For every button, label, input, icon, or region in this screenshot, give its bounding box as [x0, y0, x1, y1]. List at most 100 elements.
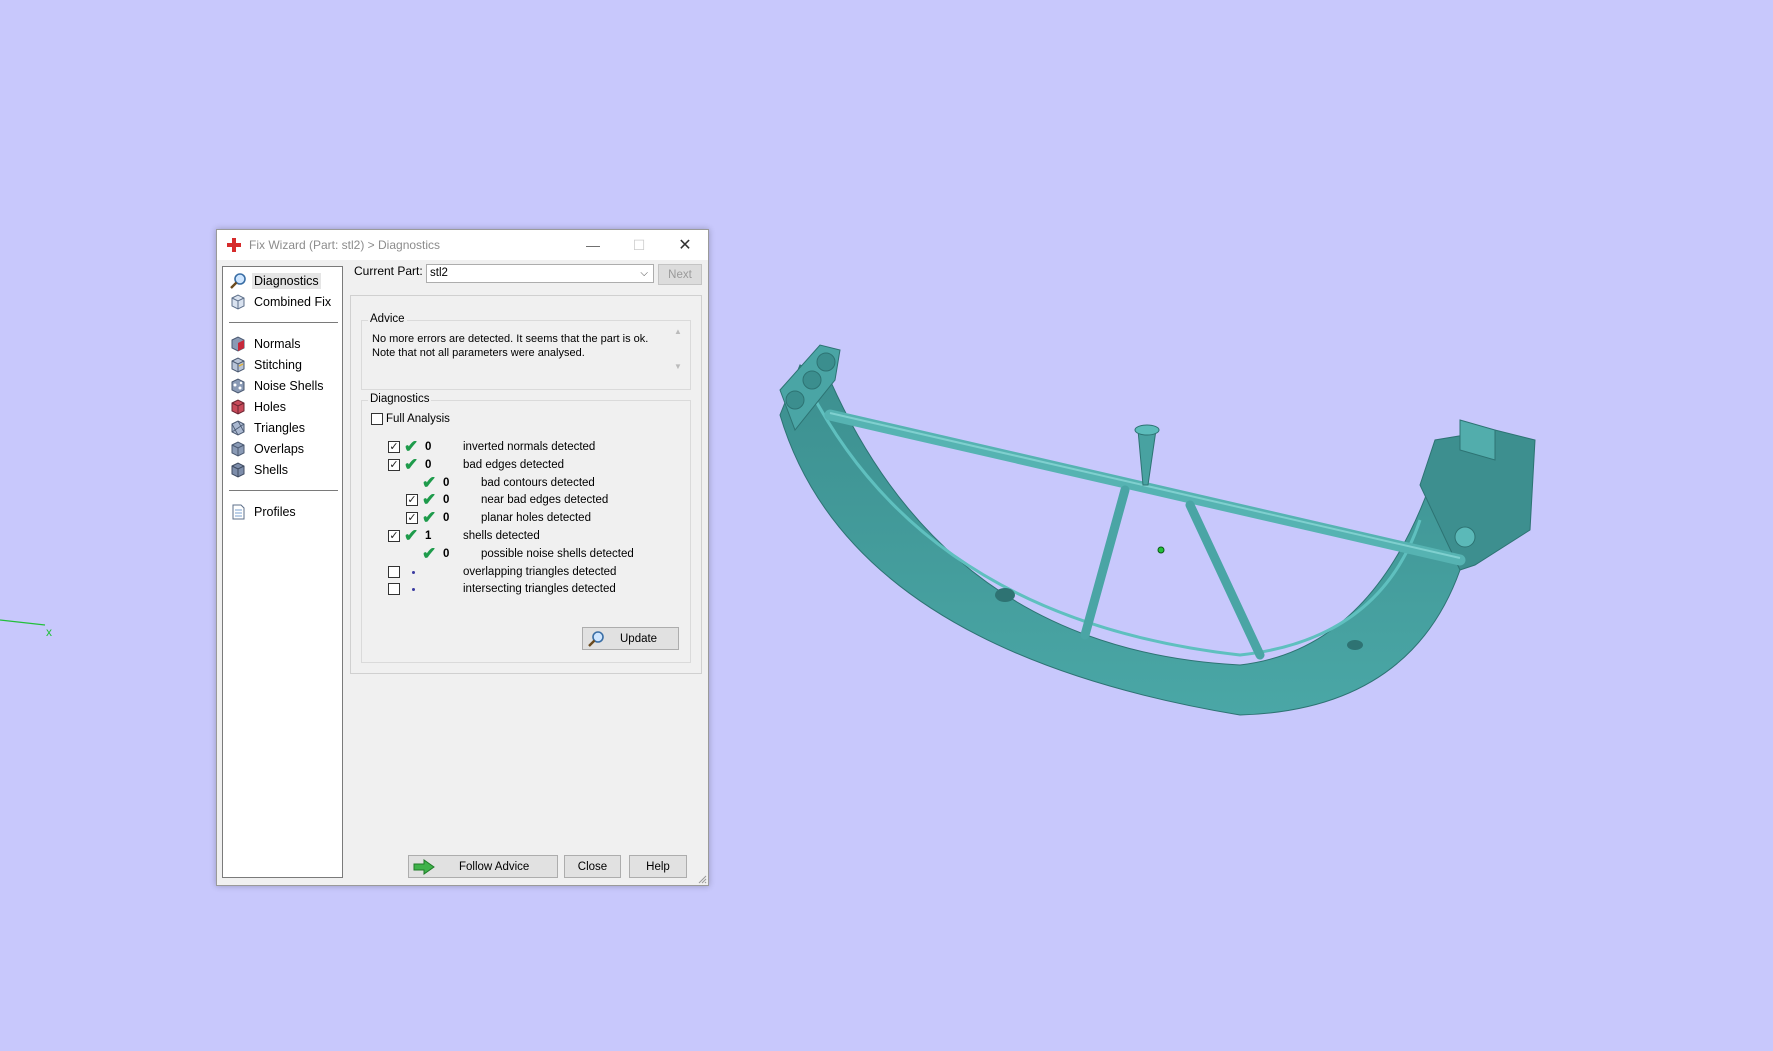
- advice-text: No more errors are detected. It seems th…: [372, 332, 660, 360]
- full-analysis-checkbox[interactable]: Full Analysis: [371, 413, 450, 425]
- current-part-label: Current Part:: [354, 264, 423, 278]
- sidebar-item-combined-fix[interactable]: Combined Fix: [223, 291, 342, 312]
- magnifier-icon: [588, 630, 604, 647]
- red-cross-icon: [227, 238, 241, 252]
- checkbox-box[interactable]: [371, 413, 383, 425]
- sidebar-divider: [229, 322, 338, 323]
- row-label: intersecting triangles detected: [463, 583, 616, 596]
- chevron-down-icon: ⌵: [640, 268, 648, 279]
- document-icon: [232, 504, 245, 519]
- sidebar-item-label: Diagnostics: [252, 272, 321, 289]
- row-label: shells detected: [463, 530, 540, 542]
- close-window-button[interactable]: ✕: [662, 230, 708, 260]
- fix-wizard-dialog: Fix Wizard (Part: stl2) > Diagnostics — …: [216, 229, 709, 886]
- green-check-icon: ✔: [422, 472, 437, 492]
- diagnostic-row: ✔ 0 possible noise shells detected: [362, 543, 682, 563]
- row-checkbox[interactable]: [388, 583, 400, 596]
- shells-cube-icon: [231, 461, 245, 478]
- advice-scrollbar[interactable]: ▲ ▼: [672, 327, 684, 379]
- x-axis-indicator: x: [0, 619, 52, 639]
- row-count: 1: [425, 530, 432, 542]
- sidebar-item-triangles[interactable]: Triangles: [223, 417, 342, 438]
- current-part-value: stl2: [430, 267, 448, 279]
- help-button[interactable]: Help: [629, 855, 687, 878]
- sidebar-item-stitching[interactable]: Stitching: [223, 354, 342, 375]
- advice-title: Advice: [368, 313, 407, 325]
- row-count: 0: [443, 547, 450, 560]
- follow-advice-button[interactable]: Follow Advice: [408, 855, 558, 878]
- noise-shells-icon: [231, 377, 245, 394]
- stitching-cube-icon: [231, 356, 245, 373]
- sidebar-divider: [229, 490, 338, 491]
- sidebar-item-label: Holes: [254, 399, 286, 414]
- green-check-icon: ✔: [422, 490, 437, 510]
- update-label: Update: [620, 632, 658, 645]
- magnifier-icon: [230, 272, 246, 289]
- status-dot-icon: [412, 588, 415, 592]
- row-checkbox[interactable]: [388, 565, 400, 578]
- green-check-icon: ✔: [404, 526, 419, 545]
- diagnostics-panel: Advice No more errors are detected. It s…: [350, 295, 702, 674]
- advice-group: Advice No more errors are detected. It s…: [361, 313, 691, 390]
- diagnostic-row: ✓ ✔ 0 bad edges detected: [362, 455, 682, 474]
- sidebar-item-overlaps[interactable]: Overlaps: [223, 438, 342, 459]
- sidebar-item-diagnostics[interactable]: Diagnostics: [223, 270, 342, 291]
- scroll-up-icon[interactable]: ▲: [672, 327, 684, 336]
- diagnostic-row: ✓ ✔ 0 planar holes detected: [362, 509, 682, 527]
- row-checkbox[interactable]: ✓: [388, 441, 400, 453]
- row-label: inverted normals detected: [463, 441, 596, 453]
- row-count: 0: [443, 512, 450, 525]
- diagnostic-row: intersecting triangles detected: [362, 580, 682, 598]
- row-checkbox[interactable]: ✓: [406, 494, 418, 507]
- sidebar-item-label: Stitching: [254, 357, 302, 372]
- row-checkbox[interactable]: ✓: [388, 458, 400, 471]
- row-label: planar holes detected: [481, 512, 591, 525]
- sidebar-item-label: Overlaps: [254, 441, 305, 456]
- sidebar-item-label: Profiles: [254, 504, 296, 519]
- diagnostics-title: Diagnostics: [368, 393, 432, 405]
- sidebar-item-label: Triangles: [254, 420, 305, 435]
- green-check-icon: ✔: [422, 508, 437, 528]
- row-count: 0: [425, 458, 432, 471]
- resize-grip-icon[interactable]: [697, 874, 707, 884]
- close-button[interactable]: Close: [564, 855, 621, 878]
- normals-cube-icon: [231, 335, 245, 352]
- update-button[interactable]: Update: [582, 627, 679, 650]
- sidebar-item-label: Noise Shells: [254, 378, 324, 393]
- green-check-icon: ✔: [422, 543, 437, 563]
- next-button[interactable]: Next: [658, 264, 702, 285]
- holes-cube-icon: [231, 398, 245, 415]
- status-dot-icon: [412, 570, 415, 574]
- sidebar-item-shells[interactable]: Shells: [223, 459, 342, 480]
- follow-advice-label: Follow Advice: [459, 860, 530, 873]
- diagnostic-row: ✓ ✔ 0 inverted normals detected: [362, 438, 682, 456]
- row-label: overlapping triangles detected: [463, 565, 617, 578]
- sidebar-item-normals[interactable]: Normals: [223, 333, 342, 354]
- row-count: 0: [443, 476, 450, 489]
- row-count: 0: [425, 441, 432, 453]
- triangles-cube-icon: [231, 419, 245, 436]
- row-label: bad edges detected: [463, 458, 565, 471]
- row-checkbox[interactable]: ✓: [406, 512, 418, 525]
- green-arrow-icon: [413, 858, 435, 875]
- row-count: 0: [443, 494, 450, 507]
- scroll-down-icon[interactable]: ▼: [672, 362, 684, 371]
- diagnostics-group: Diagnostics Full Analysis ✓ ✔ 0 inverted no…: [361, 393, 691, 663]
- full-analysis-label: Full Analysis: [386, 413, 450, 425]
- sidebar-item-noise-shells[interactable]: Noise Shells: [223, 375, 342, 396]
- 3d-model[interactable]: [770, 320, 1550, 740]
- sidebar-item-label: Shells: [254, 462, 289, 477]
- title-bar[interactable]: Fix Wizard (Part: stl2) > Diagnostics — …: [217, 230, 708, 260]
- sidebar-item-profiles[interactable]: Profiles: [223, 501, 342, 522]
- current-part-select[interactable]: stl2 ⌵: [426, 264, 654, 283]
- sidebar-item-holes[interactable]: Holes: [223, 396, 342, 417]
- cube-icon: [231, 293, 245, 310]
- diagnostic-row: ✓ ✔ 0 near bad edges detected: [362, 491, 682, 509]
- minimize-button[interactable]: —: [570, 230, 616, 260]
- wizard-sidebar: Diagnostics Combined Fix Normals Stitchi…: [222, 266, 343, 878]
- dialog-title: Fix Wizard (Part: stl2) > Diagnostics: [249, 238, 441, 252]
- sidebar-item-label: Combined Fix: [254, 294, 332, 309]
- row-checkbox[interactable]: ✓: [388, 530, 400, 542]
- maximize-button[interactable]: ☐: [616, 230, 662, 260]
- green-check-icon: ✔: [404, 437, 419, 456]
